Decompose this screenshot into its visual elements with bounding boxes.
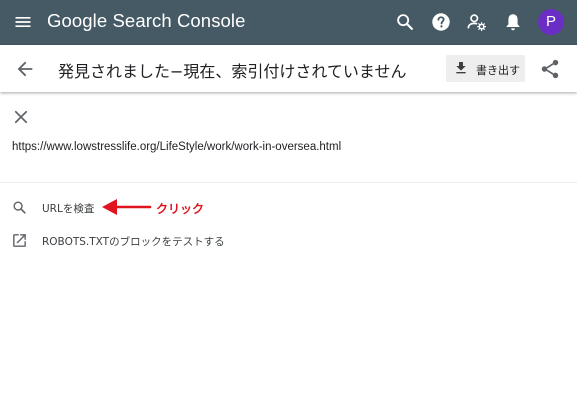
back-arrow-icon[interactable] bbox=[14, 58, 36, 80]
annotation-label: クリック bbox=[156, 202, 205, 216]
export-button-label: 書き出す bbox=[476, 64, 520, 77]
menu-icon[interactable] bbox=[13, 12, 33, 32]
top-app-bar: Google Search Console P bbox=[0, 0, 577, 45]
page-header: 発見されました−現在、索引付けされていません 書き出す bbox=[0, 45, 577, 92]
open-in-new-icon bbox=[13, 234, 26, 247]
divider bbox=[0, 182, 577, 183]
export-button[interactable]: 書き出す bbox=[446, 55, 525, 82]
help-icon[interactable] bbox=[430, 11, 452, 33]
annotation-arrow-icon bbox=[102, 199, 152, 215]
app-brand[interactable]: Google Search Console bbox=[47, 10, 246, 32]
search-icon bbox=[13, 201, 26, 214]
robots-txt-test-label: ROBOTS.TXTのブロックをテストする bbox=[42, 236, 225, 248]
close-icon[interactable] bbox=[12, 108, 30, 126]
share-icon[interactable] bbox=[539, 58, 561, 80]
search-icon[interactable] bbox=[394, 11, 416, 33]
download-icon bbox=[456, 62, 466, 74]
inspect-url-label: URLを検査 bbox=[42, 203, 95, 215]
notifications-icon[interactable] bbox=[502, 11, 524, 33]
robots-txt-test-action[interactable]: ROBOTS.TXTのブロックをテストする bbox=[0, 228, 400, 254]
inspected-url: https://www.lowstresslife.org/LifeStyle/… bbox=[12, 141, 342, 153]
page-title: 発見されました−現在、索引付けされていません bbox=[58, 62, 407, 81]
manage-accounts-icon[interactable] bbox=[466, 11, 488, 33]
avatar[interactable]: P bbox=[538, 9, 564, 35]
